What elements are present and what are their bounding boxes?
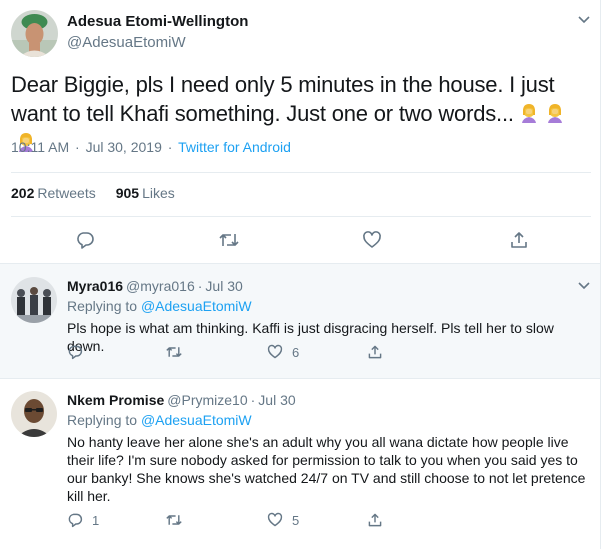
retweet-icon [166, 515, 182, 525]
like-button[interactable] [362, 230, 382, 250]
separator: · [250, 392, 256, 408]
share-button[interactable] [367, 512, 383, 528]
replying-to-prefix: Replying to [67, 298, 138, 314]
reply-button[interactable]: 1 [67, 512, 99, 528]
replying-to-mention[interactable]: @AdesuaEtomiW [141, 412, 252, 428]
replying-to-mention[interactable]: @AdesuaEtomiW [141, 298, 252, 314]
retweet-icon [219, 234, 239, 246]
reply-date[interactable]: Jul 30 [205, 278, 242, 294]
likes-label: Likes [142, 185, 175, 201]
reply-count: 1 [92, 512, 100, 528]
likes-count: 905 [115, 185, 140, 201]
like-button[interactable]: 6 [267, 344, 299, 360]
like-button[interactable]: 5 [267, 512, 299, 528]
reply-tweet[interactable]: Nkem Promise @Prymize10 · Jul 30 Replying t… [0, 378, 601, 549]
replying-to-prefix: Replying to [67, 412, 138, 428]
reply-tweet[interactable]: Myra016 @myra016 · Jul 30 Replying to @Ades… [0, 263, 601, 378]
tweet-time[interactable]: 10:11 AM [11, 139, 69, 155]
avatar[interactable] [11, 10, 58, 57]
share-icon [368, 513, 382, 527]
retweet-button[interactable] [165, 512, 192, 528]
retweets-count: 202 [11, 185, 35, 201]
reply-author[interactable]: Myra016 @myra016 · Jul 30 [67, 278, 243, 294]
tweet-client-link[interactable]: Twitter for Android [178, 139, 291, 155]
reply-author-name[interactable]: Nkem Promise [67, 392, 164, 408]
share-button[interactable] [367, 344, 383, 360]
likes-stat[interactable]: 905 Likes [116, 185, 175, 201]
author-handle[interactable]: @AdesuaEtomiW [67, 34, 186, 51]
like-icon [363, 231, 381, 248]
share-icon [511, 232, 527, 248]
retweets-stat[interactable]: 202 Retweets [11, 185, 96, 201]
retweet-icon [166, 347, 182, 357]
chevron-down-icon[interactable] [574, 276, 594, 296]
share-button[interactable] [509, 230, 529, 250]
reply-button[interactable] [75, 230, 95, 250]
separator: · [75, 139, 80, 155]
reply-author[interactable]: Nkem Promise @Prymize10 · Jul 30 [67, 392, 296, 408]
like-icon [267, 512, 283, 527]
divider [11, 172, 591, 173]
reply-author-handle[interactable]: @Prymize10 [167, 392, 247, 408]
main-tweet: Adesua Etomi-Wellington @AdesuaEtomiW De… [0, 0, 601, 263]
reply-author-name[interactable]: Myra016 [67, 278, 123, 294]
face-palm-emoji-icon [544, 102, 566, 124]
tweet-timestamp[interactable]: 10:11 AM · Jul 30, 2019 · Twitter for An… [11, 139, 291, 155]
tweet-text-body: Dear Biggie, pls I need only 5 minutes i… [11, 72, 555, 126]
separator: · [197, 278, 203, 294]
reply-icon [68, 345, 83, 360]
reply-text: Pls hope is what am thinking. Kaffi is j… [67, 320, 554, 354]
chevron-down-icon[interactable] [574, 10, 594, 30]
avatar[interactable] [11, 391, 57, 437]
like-count: 5 [292, 512, 300, 528]
reply-text: No hanty leave her alone she's an adult … [67, 434, 586, 504]
tweet-stats: 202 Retweets 905 Likes [11, 185, 175, 201]
author-name[interactable]: Adesua Etomi-Wellington [67, 13, 248, 30]
reply-icon [77, 232, 94, 249]
reply-icon [68, 513, 83, 528]
reply-date[interactable]: Jul 30 [258, 392, 295, 408]
replying-to: Replying to @AdesuaEtomiW [67, 412, 252, 428]
retweets-label: Retweets [37, 185, 96, 201]
like-count: 6 [292, 344, 300, 360]
like-icon [267, 344, 283, 359]
reply-author-handle[interactable]: @myra016 [126, 278, 195, 294]
reply-button[interactable] [67, 344, 92, 360]
retweet-button[interactable] [218, 230, 240, 250]
divider [11, 216, 591, 217]
retweet-button[interactable] [165, 344, 192, 360]
replying-to: Replying to @AdesuaEtomiW [67, 298, 252, 314]
separator: · [167, 139, 173, 155]
face-palm-emoji-icon [518, 102, 540, 124]
avatar[interactable] [11, 277, 57, 323]
tweet-date[interactable]: Jul 30, 2019 [86, 139, 162, 155]
share-icon [368, 345, 382, 359]
